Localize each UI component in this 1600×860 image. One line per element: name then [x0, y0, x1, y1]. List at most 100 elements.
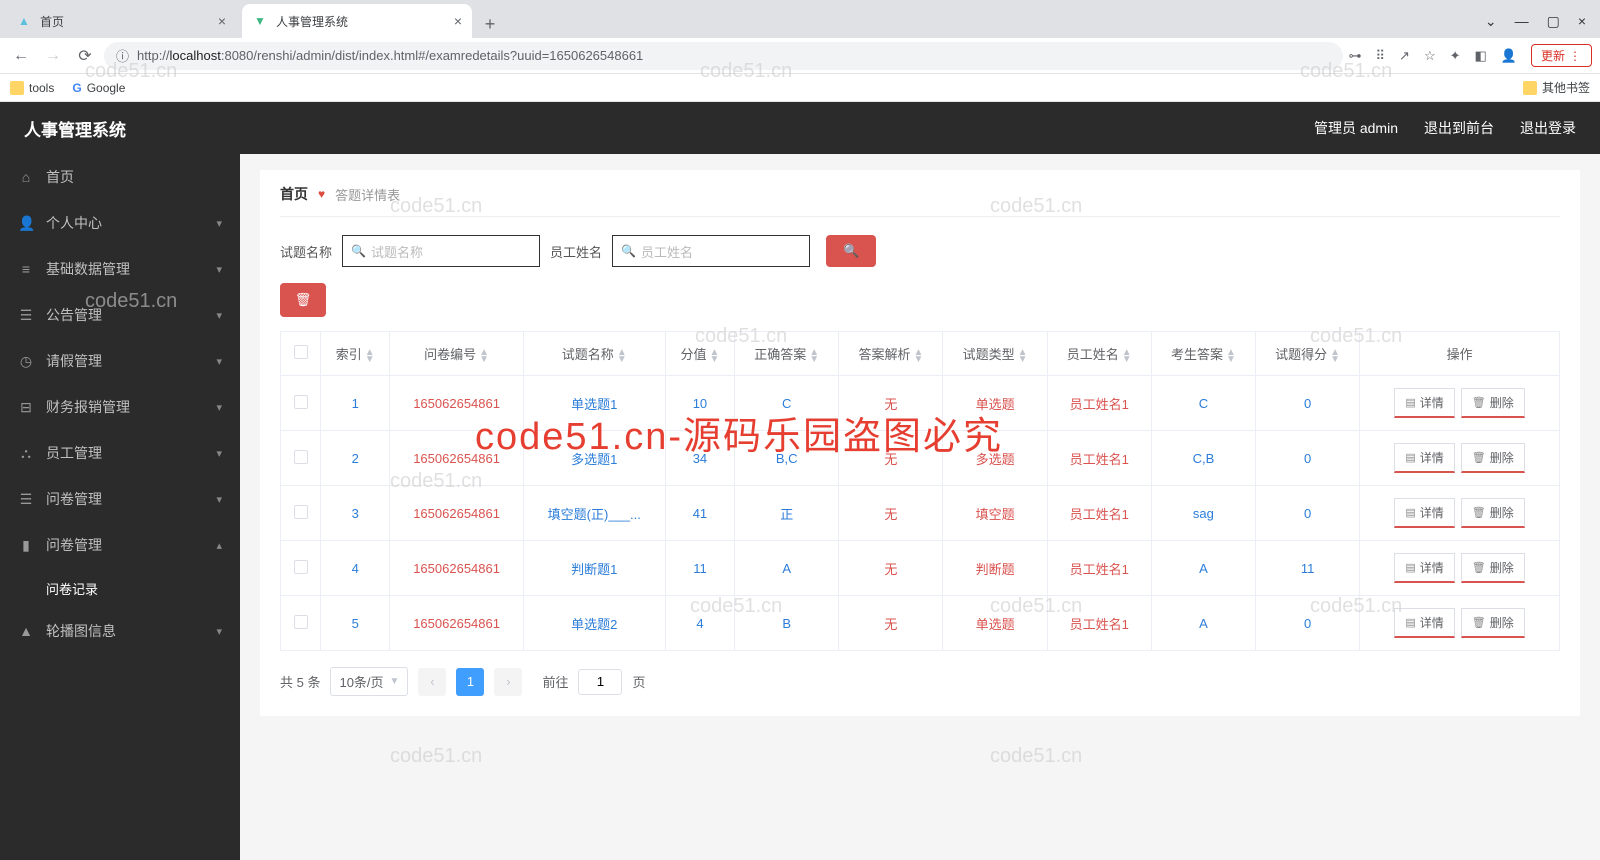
cell-type: 单选题: [943, 596, 1047, 651]
sidebar-item-6[interactable]: ⛬员工管理▾: [0, 430, 240, 476]
select-all-checkbox[interactable]: [294, 345, 308, 359]
sidebar-item-0[interactable]: ⌂首页: [0, 154, 240, 200]
browser-tab-1[interactable]: ▼ 人事管理系统 ×: [242, 4, 472, 38]
detail-icon: ▤: [1405, 506, 1415, 519]
bar-icon: ▮: [18, 537, 34, 554]
sidebar-item-2[interactable]: ≡基础数据管理▾: [0, 246, 240, 292]
sidebar-subitem[interactable]: 问卷记录: [0, 568, 240, 608]
new-tab-button[interactable]: +: [476, 10, 504, 38]
sidebar-item-7[interactable]: ☰问卷管理▾: [0, 476, 240, 522]
row-checkbox[interactable]: [294, 450, 308, 464]
share-icon[interactable]: ↗: [1399, 48, 1410, 64]
browser-tab-0[interactable]: ▲ 首页 ×: [6, 4, 236, 38]
sidebar-item-3[interactable]: ☰公告管理▾: [0, 292, 240, 338]
detail-button[interactable]: ▤详情: [1394, 498, 1454, 528]
col-0[interactable]: 索引▲▼: [321, 332, 390, 376]
update-button[interactable]: 更新⋮: [1531, 44, 1592, 67]
to-frontend-link[interactable]: 退出到前台: [1424, 118, 1494, 138]
bookmark-other[interactable]: 其他书签: [1523, 79, 1590, 96]
cell-score: 4: [665, 596, 734, 651]
cell-name[interactable]: 多选题1: [523, 431, 665, 486]
cell-uans: C: [1151, 376, 1255, 431]
sidebar-item-label: 公告管理: [46, 305, 102, 325]
extensions-icon[interactable]: ✦: [1450, 48, 1461, 64]
breadcrumb-home[interactable]: 首页: [280, 184, 308, 204]
col-5[interactable]: 答案解析▲▼: [839, 332, 943, 376]
cell-answer: B: [735, 596, 839, 651]
col-6[interactable]: 试题类型▲▼: [943, 332, 1047, 376]
row-checkbox[interactable]: [294, 560, 308, 574]
col-3[interactable]: 分值▲▼: [665, 332, 734, 376]
col-9[interactable]: 试题得分▲▼: [1256, 332, 1360, 376]
col-10[interactable]: 操作: [1360, 332, 1560, 376]
col-4[interactable]: 正确答案▲▼: [735, 332, 839, 376]
avatar-icon[interactable]: 👤: [1501, 48, 1517, 64]
sidebar-item-5[interactable]: ⊟财务报销管理▾: [0, 384, 240, 430]
row-checkbox[interactable]: [294, 505, 308, 519]
sidebar-item-1[interactable]: 👤个人中心▾: [0, 200, 240, 246]
cell-name[interactable]: 单选题2: [523, 596, 665, 651]
list-icon: ☰: [18, 307, 34, 324]
address-bar[interactable]: ⓘ http://localhost:8080/renshi/admin/dis…: [104, 42, 1343, 70]
col-8[interactable]: 考生答案▲▼: [1151, 332, 1255, 376]
google-icon: G: [72, 81, 81, 95]
cell-ops: ▤详情🗑删除: [1360, 376, 1560, 431]
sidebar-item-8[interactable]: ▮问卷管理▴: [0, 522, 240, 568]
goto-page-input[interactable]: [578, 669, 622, 695]
sidebar-item-4[interactable]: ◷请假管理▾: [0, 338, 240, 384]
bookmark-tools[interactable]: tools: [10, 81, 54, 95]
prev-page-button[interactable]: ‹: [418, 668, 446, 696]
close-icon[interactable]: ×: [454, 13, 462, 29]
user-label[interactable]: 管理员 admin: [1314, 118, 1398, 138]
delete-button[interactable]: 🗑删除: [1461, 553, 1525, 583]
bookmark-google[interactable]: GGoogle: [72, 81, 125, 95]
key-icon[interactable]: ⊶: [1349, 48, 1362, 64]
detail-button[interactable]: ▤详情: [1394, 553, 1454, 583]
search-button[interactable]: 🔍: [826, 235, 876, 267]
forward-button[interactable]: →: [40, 43, 66, 69]
delete-button[interactable]: 🗑删除: [1461, 388, 1525, 418]
col-7[interactable]: 员工姓名▲▼: [1047, 332, 1151, 376]
db-icon: ≡: [18, 261, 34, 277]
cell-name[interactable]: 判断题1: [523, 541, 665, 596]
chevron-down-icon: ▾: [216, 263, 222, 276]
cell-ops: ▤详情🗑删除: [1360, 596, 1560, 651]
sidebar-item-9[interactable]: ▲轮播图信息▾: [0, 608, 240, 654]
cell-uans: C,B: [1151, 431, 1255, 486]
cell-name[interactable]: 单选题1: [523, 376, 665, 431]
delete-button[interactable]: 🗑删除: [1461, 443, 1525, 473]
delete-button[interactable]: 🗑删除: [1461, 498, 1525, 528]
maximize-icon[interactable]: ▢: [1547, 13, 1560, 30]
chevron-down-icon[interactable]: ⌄: [1485, 13, 1497, 30]
col-2[interactable]: 试题名称▲▼: [523, 332, 665, 376]
cell-answer: A: [735, 541, 839, 596]
reload-button[interactable]: ⟳: [72, 43, 98, 69]
col-1[interactable]: 问卷编号▲▼: [390, 332, 523, 376]
page-size-select[interactable]: 10条/页▼: [330, 667, 408, 696]
cell-qid: 165062654861: [390, 486, 523, 541]
close-icon[interactable]: ×: [218, 13, 226, 29]
bulk-delete-button[interactable]: 🗑: [280, 283, 326, 317]
minimize-icon[interactable]: —: [1515, 13, 1529, 29]
detail-button[interactable]: ▤详情: [1394, 608, 1454, 638]
delete-button[interactable]: 🗑删除: [1461, 608, 1525, 638]
question-name-input[interactable]: 🔍 试题名称: [342, 235, 540, 267]
sidepanel-icon[interactable]: ◧: [1475, 48, 1487, 64]
cell-emp: 员工姓名1: [1047, 596, 1151, 651]
translate-icon[interactable]: ⠿: [1376, 48, 1386, 64]
cell-name[interactable]: 填空题(正)___...: [523, 486, 665, 541]
cell-uans: sag: [1151, 486, 1255, 541]
employee-name-input[interactable]: 🔍 员工姓名: [612, 235, 810, 267]
star-icon[interactable]: ☆: [1424, 48, 1436, 64]
close-window-icon[interactable]: ×: [1578, 13, 1586, 29]
row-checkbox[interactable]: [294, 615, 308, 629]
detail-button[interactable]: ▤详情: [1394, 443, 1454, 473]
back-button[interactable]: ←: [8, 43, 34, 69]
cell-type: 填空题: [943, 486, 1047, 541]
row-checkbox[interactable]: [294, 395, 308, 409]
goto-suffix: 页: [632, 672, 645, 691]
logout-link[interactable]: 退出登录: [1520, 118, 1576, 138]
next-page-button[interactable]: ›: [494, 668, 522, 696]
detail-button[interactable]: ▤详情: [1394, 388, 1454, 418]
page-1-button[interactable]: 1: [456, 668, 484, 696]
